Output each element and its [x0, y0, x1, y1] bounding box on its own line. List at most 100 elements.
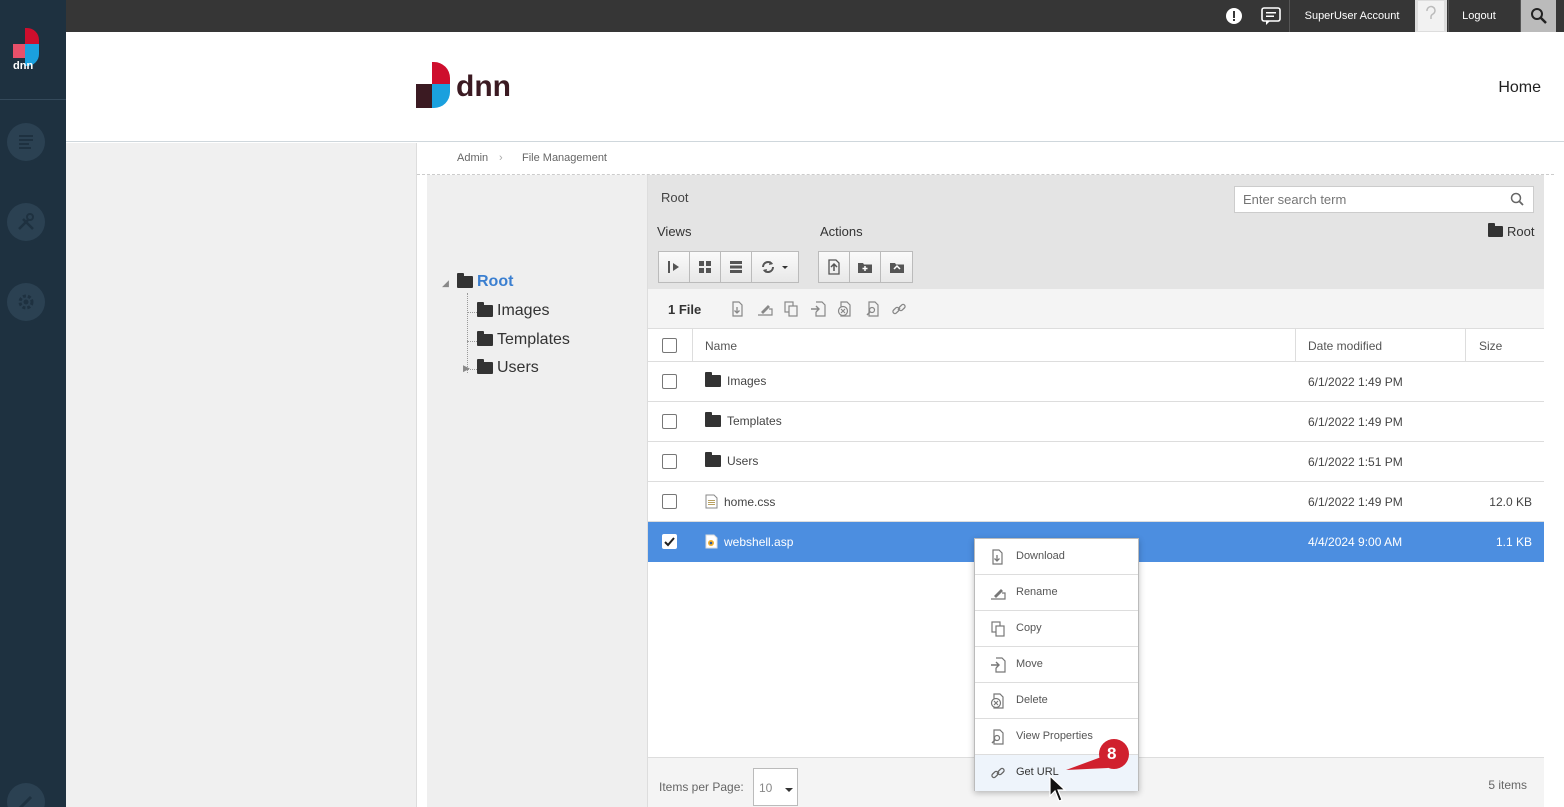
folder-icon — [457, 273, 473, 288]
column-size[interactable]: Size — [1479, 339, 1502, 353]
row-checkbox-checked[interactable] — [662, 534, 677, 549]
actions-label: Actions — [820, 224, 863, 239]
current-folder-indicator: Root — [1488, 223, 1535, 239]
delete-icon — [990, 693, 1004, 709]
row-checkbox[interactable] — [662, 454, 677, 469]
table-row[interactable]: Images 6/1/2022 1:49 PM — [648, 362, 1544, 402]
delete-icon[interactable] — [837, 301, 853, 317]
search-icon[interactable] — [1510, 192, 1524, 206]
menu-item-delete[interactable]: Delete — [975, 683, 1138, 719]
rename-icon[interactable] — [757, 301, 773, 317]
content-icon[interactable] — [7, 123, 45, 161]
settings-gear-icon[interactable] — [7, 283, 45, 321]
folder-icon — [705, 372, 721, 387]
file-date: 6/1/2022 1:49 PM — [1308, 375, 1403, 389]
move-icon[interactable] — [810, 301, 826, 317]
list-view-button[interactable] — [721, 252, 752, 282]
menu-item-move[interactable]: Move — [975, 647, 1138, 683]
current-folder-label: Root — [1507, 224, 1535, 239]
folder-icon — [477, 359, 493, 374]
download-icon[interactable] — [730, 301, 746, 317]
table-row[interactable]: Users 6/1/2022 1:51 PM — [648, 442, 1544, 482]
views-button-group — [658, 251, 799, 283]
table-row[interactable]: Templates 6/1/2022 1:49 PM — [648, 402, 1544, 442]
search-input[interactable] — [1234, 186, 1534, 213]
table-row[interactable]: home.css 6/1/2022 1:49 PM 12.0 KB — [648, 482, 1544, 522]
total-items: 5 items — [1488, 778, 1527, 792]
breadcrumb-chevron-icon: › — [499, 152, 503, 164]
copy-icon[interactable] — [783, 301, 799, 317]
move-icon — [991, 657, 1006, 673]
tree-node-images[interactable]: Images — [477, 302, 549, 320]
menu-item-copy[interactable]: Copy — [975, 611, 1138, 647]
upload-file-button[interactable] — [819, 252, 850, 282]
tree-node-root[interactable]: Root — [457, 273, 513, 291]
menu-item-download[interactable]: Download — [975, 539, 1138, 575]
folder-icon — [1488, 223, 1503, 237]
search-icon[interactable] — [1521, 0, 1556, 32]
file-name: Templates — [727, 414, 782, 428]
notification-icon[interactable] — [1222, 0, 1246, 32]
file-date: 6/1/2022 1:51 PM — [1308, 455, 1403, 469]
account-link[interactable]: SuperUser Account — [1290, 0, 1414, 32]
tree-node-users[interactable]: Users — [477, 359, 539, 377]
persona-bar: dnn — [0, 0, 66, 807]
file-date: 6/1/2022 1:49 PM — [1308, 495, 1403, 509]
file-name: webshell.asp — [724, 534, 794, 549]
refresh-icon — [762, 261, 788, 273]
collapse-tree-button[interactable] — [659, 252, 690, 282]
logout-link[interactable]: Logout — [1449, 0, 1509, 32]
step-number: 8 — [1107, 744, 1117, 763]
avatar[interactable] — [1415, 0, 1447, 32]
file-date: 6/1/2022 1:49 PM — [1308, 415, 1403, 429]
left-pane — [66, 143, 417, 807]
file-size: 1.1 KB — [1495, 535, 1532, 549]
site-header: dnn Home — [66, 32, 1564, 142]
mouse-cursor-icon — [1049, 774, 1067, 802]
add-folder-icon — [858, 263, 872, 273]
items-per-page-label: Items per Page: — [659, 780, 744, 794]
tree-node-label: Images — [497, 302, 550, 319]
column-date-modified[interactable]: Date modified — [1308, 339, 1382, 353]
menu-item-label: Download — [1016, 550, 1065, 562]
tree-node-templates[interactable]: Templates — [477, 331, 570, 349]
view-properties-icon[interactable] — [865, 301, 881, 317]
menu-item-label: Move — [1016, 658, 1043, 670]
edit-pencil-icon[interactable] — [7, 783, 45, 807]
tools-icon[interactable] — [7, 203, 45, 241]
site-logo[interactable]: dnn — [416, 62, 541, 113]
views-label: Views — [657, 224, 692, 239]
tree-collapse-icon[interactable]: ◢ — [442, 278, 449, 289]
select-all-checkbox[interactable] — [662, 338, 677, 353]
breadcrumb-admin[interactable]: Admin — [457, 152, 488, 164]
asp-file-icon — [705, 534, 718, 549]
selected-file-count: 1 File — [668, 302, 702, 317]
sync-folder-icon — [889, 263, 904, 273]
tree-node-label: Root — [477, 273, 514, 290]
messages-icon[interactable] — [1258, 0, 1284, 32]
refresh-dropdown-button[interactable] — [752, 252, 798, 282]
file-actions-bar: 1 File — [648, 289, 1544, 329]
folder-icon — [477, 302, 493, 317]
link-icon — [991, 767, 1005, 779]
thumbnail-view-button[interactable] — [690, 252, 721, 282]
nav-home[interactable]: Home — [1498, 79, 1541, 97]
link-icon[interactable] — [891, 301, 907, 317]
row-checkbox[interactable] — [662, 494, 677, 509]
breadcrumb-file-management[interactable]: File Management — [522, 152, 607, 164]
create-folder-button[interactable] — [850, 252, 881, 282]
sync-folder-button[interactable] — [881, 252, 912, 282]
checkmark-icon — [664, 537, 675, 547]
folder-icon — [705, 452, 721, 467]
items-per-page-select[interactable]: 10 — [753, 768, 798, 806]
tree-expand-icon[interactable]: ▶ — [463, 363, 470, 374]
row-checkbox[interactable] — [662, 374, 677, 389]
column-name[interactable]: Name — [705, 339, 737, 353]
folder-icon — [477, 331, 493, 346]
rename-icon — [991, 589, 1006, 600]
menu-item-rename[interactable]: Rename — [975, 575, 1138, 611]
menu-item-label: Rename — [1016, 586, 1058, 598]
tree-node-label: Templates — [497, 331, 570, 348]
row-checkbox[interactable] — [662, 414, 677, 429]
dnn-logo[interactable]: dnn — [0, 0, 66, 100]
